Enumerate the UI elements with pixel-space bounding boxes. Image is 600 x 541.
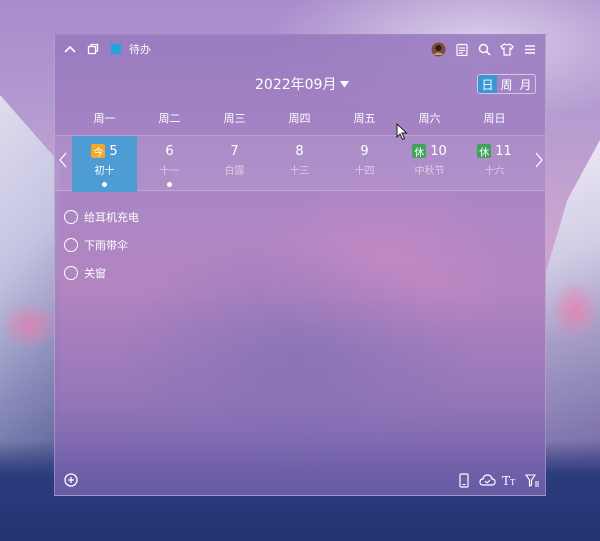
day-number: 9: [360, 143, 369, 159]
lunar-date: 十六: [484, 166, 505, 177]
todo-text[interactable]: 关窗: [84, 265, 106, 281]
event-dot: [167, 182, 172, 187]
weekday-header: 周一 周二 周三 周四 周五 周六 周日: [72, 110, 527, 126]
lunar-date: 十三: [289, 166, 310, 177]
day-number: 5: [109, 143, 118, 159]
weekday-label: 周五: [353, 112, 376, 125]
lunar-date: 中秋节: [414, 166, 445, 177]
window-icon[interactable]: [86, 41, 100, 57]
day-cell[interactable]: 6 十一: [137, 136, 202, 192]
weekday-label: 周四: [288, 112, 311, 125]
caret-down-icon: [340, 76, 350, 92]
event-dot: [102, 182, 107, 187]
month-title: 2022年09月: [255, 77, 337, 93]
day-number: 7: [230, 143, 239, 159]
view-month-button[interactable]: 月: [516, 75, 535, 93]
background-mountain-left: [0, 95, 60, 475]
month-header: 2022年09月 日 周 月: [55, 73, 545, 95]
holiday-badge: 休: [412, 144, 427, 159]
view-week-button[interactable]: 周: [497, 75, 516, 93]
lunar-date: 十四: [354, 166, 375, 177]
cloud-sync-icon[interactable]: [478, 472, 496, 488]
day-number: 11: [495, 143, 512, 159]
background-glow: [550, 280, 600, 340]
todo-text[interactable]: 下雨带伞: [84, 237, 128, 253]
day-number: 6: [165, 143, 174, 159]
holiday-badge: 休: [477, 144, 492, 159]
background-glow: [0, 300, 60, 350]
todo-item[interactable]: 关窗: [64, 263, 139, 283]
lunar-date: 十一: [159, 166, 180, 177]
weekday-label: 周三: [223, 112, 246, 125]
category-label[interactable]: 待办: [129, 41, 151, 57]
font-size-icon[interactable]: TT: [502, 472, 518, 488]
day-cell[interactable]: 今 5 初十: [72, 136, 137, 192]
view-day-button[interactable]: 日: [478, 75, 497, 93]
widget-footer: TT: [55, 465, 545, 495]
notes-icon[interactable]: [455, 41, 469, 57]
chevron-right-icon[interactable]: [535, 152, 543, 172]
todo-item[interactable]: 给耳机充电: [64, 207, 139, 227]
weekday-label: 周一: [93, 112, 116, 125]
day-number: 8: [295, 143, 304, 159]
widget-toolbar: 待办: [55, 35, 545, 63]
weekday-label: 周日: [483, 112, 506, 125]
shirt-icon[interactable]: [500, 41, 514, 57]
phone-icon[interactable]: [457, 472, 471, 488]
lunar-date: 初十: [94, 166, 115, 177]
todo-list: 给耳机充电 下雨带伞 关窗: [64, 207, 139, 291]
calendar-todo-widget: 待办 2022年09月 日 周 月 周一 周二 周三 周四 周五 周六 周日 今…: [54, 34, 546, 496]
chevron-up-icon[interactable]: [63, 41, 77, 57]
mouse-cursor-icon: [396, 122, 408, 145]
svg-text:T: T: [510, 478, 516, 486]
todo-text[interactable]: 给耳机充电: [84, 209, 139, 225]
todo-checkbox[interactable]: [64, 238, 78, 252]
today-badge: 今: [91, 144, 106, 159]
day-cell[interactable]: 8 十三: [267, 136, 332, 192]
search-icon[interactable]: [477, 41, 491, 57]
add-icon[interactable]: [63, 472, 79, 488]
svg-text:T: T: [502, 474, 510, 486]
view-switch: 日 周 月: [477, 74, 536, 94]
filter-icon[interactable]: [524, 472, 540, 488]
day-number: 10: [430, 143, 447, 159]
todo-checkbox[interactable]: [64, 266, 78, 280]
chevron-left-icon[interactable]: [59, 152, 67, 172]
month-selector[interactable]: 2022年09月: [255, 74, 350, 94]
day-cell[interactable]: 休 11 十六: [462, 136, 527, 192]
category-color-icon[interactable]: [110, 41, 122, 57]
weekday-label: 周二: [158, 112, 181, 125]
avatar[interactable]: [430, 41, 446, 57]
todo-item[interactable]: 下雨带伞: [64, 235, 139, 255]
lunar-date: 白露: [224, 166, 245, 177]
week-days-strip: 今 5 初十 6 十一 7 白露 8 十三 9 十四 休 10 中秋节 休 11…: [55, 135, 545, 192]
todo-checkbox[interactable]: [64, 210, 78, 224]
menu-icon[interactable]: [523, 41, 537, 57]
day-cell[interactable]: 7 白露: [202, 136, 267, 192]
day-cell[interactable]: 9 十四: [332, 136, 397, 192]
